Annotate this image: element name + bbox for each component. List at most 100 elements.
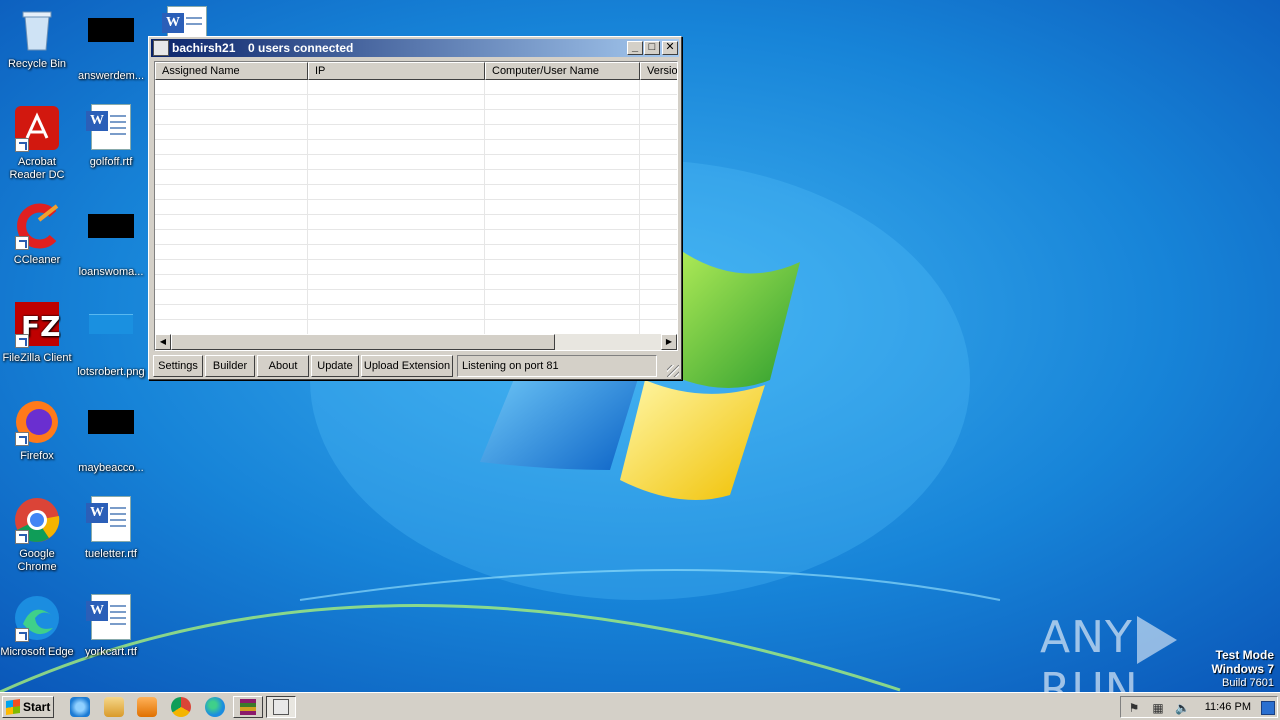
column-header-ip[interactable]: IP [308, 62, 485, 80]
shortcut-arrow-icon [15, 628, 29, 642]
shortcut-arrow-icon [15, 138, 29, 152]
internet-explorer-icon[interactable] [70, 697, 90, 717]
desktop-icon-ccleaner[interactable]: CCleaner [0, 202, 74, 267]
desktop-icon-answerdem[interactable]: answerdem... [74, 6, 148, 83]
test-mode-label: Test Mode [1215, 648, 1274, 662]
desktop-icon-chrome[interactable]: Google Chrome [0, 496, 74, 574]
chrome-icon [13, 496, 61, 544]
grid-body[interactable] [155, 80, 677, 336]
desktop-icon-label: FileZilla Client [2, 352, 72, 364]
os-test-mode-notice: Test Mode Windows 7 Build 7601 [1211, 648, 1274, 690]
shortcut-arrow-icon [15, 530, 29, 544]
desktop-icon-acrobat[interactable]: Acrobat Reader DC [0, 104, 74, 182]
window-title-status: 0 users connected [248, 41, 354, 55]
windows-flag-icon [6, 699, 20, 715]
app-window-icon [273, 699, 289, 715]
desktop-icon-label: answerdem... [77, 70, 145, 82]
edge-taskbar-icon[interactable] [205, 697, 225, 717]
black-thumbnail-icon [87, 214, 135, 262]
desktop-icon-loanswoma[interactable]: loanswoma... [74, 202, 148, 279]
desktop-icon-firefox[interactable]: Firefox [0, 398, 74, 463]
taskbar: Start ⚑ ▦ 🔈 11:46 PM [0, 692, 1280, 720]
update-button[interactable]: Update [311, 355, 359, 377]
desktop-icon-label: Microsoft Edge [0, 646, 74, 658]
app-taskbar-button[interactable] [266, 696, 296, 718]
recycle-bin-icon [13, 6, 61, 54]
builder-button[interactable]: Builder [205, 355, 255, 377]
show-desktop-icon[interactable] [1261, 701, 1275, 715]
horizontal-scrollbar[interactable]: ◀ ▶ [155, 334, 677, 350]
column-header-assigned-name[interactable]: Assigned Name [155, 62, 308, 80]
minimize-button[interactable]: _ [627, 41, 643, 55]
acrobat-icon [13, 104, 61, 152]
desktop-icon-label: Acrobat Reader DC [9, 156, 65, 181]
desktop-icon-label: maybeacco... [78, 462, 144, 474]
settings-button[interactable]: Settings [153, 355, 203, 377]
play-logo-icon [1136, 616, 1177, 664]
filezilla-icon: FZ [13, 300, 61, 348]
desktop-icon-golfoff[interactable]: W golfoff.rtf [74, 104, 148, 169]
upload-extension-button[interactable]: Upload Extension [361, 355, 453, 377]
desktop-icon-label: tueletter.rtf [85, 548, 137, 560]
windows-version-label: Windows 7 [1211, 662, 1274, 676]
grid-column-divider [639, 80, 640, 336]
desktop-icon-label: loanswoma... [78, 266, 144, 278]
scroll-thumb[interactable] [171, 334, 555, 350]
desktop-icon-label: CCleaner [13, 254, 61, 266]
black-thumbnail-icon [87, 18, 135, 66]
file-explorer-icon[interactable] [104, 697, 124, 717]
shortcut-arrow-icon [15, 236, 29, 250]
winrar-taskbar-button[interactable] [233, 696, 263, 718]
desktop-icon-edge[interactable]: Microsoft Edge [0, 594, 74, 659]
word-document-icon: W [86, 104, 135, 152]
word-document-icon: W [86, 496, 135, 544]
desktop-icon-label: yorkcart.rtf [85, 646, 137, 658]
desktop-icon-filezilla[interactable]: FZ FileZilla Client [0, 300, 74, 365]
desktop-icon-lotsrobert[interactable]: lotsrobert.png [74, 300, 148, 379]
app-window-icon[interactable] [153, 40, 169, 56]
scroll-left-button[interactable]: ◀ [155, 334, 171, 350]
network-icon[interactable]: ▦ [1151, 701, 1165, 715]
black-thumbnail-icon [87, 410, 135, 458]
start-label: Start [23, 700, 51, 714]
shortcut-arrow-icon [15, 334, 29, 348]
resize-grip[interactable] [667, 365, 679, 377]
close-button[interactable]: ✕ [662, 41, 678, 55]
grid-header: Assigned Name IP Computer/User Name Vers… [155, 62, 677, 80]
word-document-icon: W [86, 594, 135, 642]
grid-column-divider [484, 80, 485, 336]
desktop-icon-label: Recycle Bin [7, 58, 67, 70]
volume-icon[interactable]: 🔈 [1175, 701, 1190, 715]
connections-grid[interactable]: Assigned Name IP Computer/User Name Vers… [154, 61, 678, 351]
about-button[interactable]: About [257, 355, 309, 377]
maximize-button[interactable]: □ [644, 41, 660, 55]
image-thumbnail-icon [87, 314, 135, 362]
edge-icon [13, 594, 61, 642]
desktop-icon-recycle-bin[interactable]: Recycle Bin [0, 6, 74, 71]
grid-column-divider [307, 80, 308, 336]
scroll-right-button[interactable]: ▶ [661, 334, 677, 350]
watermark-left-text: ANY [1040, 612, 1133, 663]
build-number-label: Build 7601 [1222, 677, 1274, 689]
firefox-icon [13, 398, 61, 446]
window-titlebar[interactable]: bachirsh21 0 users connected _ □ ✕ [151, 39, 679, 57]
app-window[interactable]: bachirsh21 0 users connected _ □ ✕ Assig… [148, 36, 682, 380]
chrome-taskbar-icon[interactable] [171, 697, 191, 717]
column-header-computer-user-name[interactable]: Computer/User Name [485, 62, 640, 80]
desktop-icon-label: lotsrobert.png [77, 366, 145, 378]
winrar-icon [240, 699, 256, 715]
desktop-icon-yorkcart[interactable]: W yorkcart.rtf [74, 594, 148, 659]
shortcut-arrow-icon [15, 432, 29, 446]
desktop-icon-label: golfoff.rtf [89, 156, 133, 168]
media-player-icon[interactable] [137, 697, 157, 717]
desktop-icon-maybeacco[interactable]: maybeacco... [74, 398, 148, 475]
action-center-flag-icon[interactable]: ⚑ [1127, 701, 1141, 715]
desktop-icon-label: Firefox [20, 450, 54, 462]
start-button[interactable]: Start [2, 696, 54, 718]
desktop-icon-tueletter[interactable]: W tueletter.rtf [74, 496, 148, 561]
clock[interactable]: 11:46 PM [1205, 697, 1251, 717]
column-header-version[interactable]: Versio [640, 62, 677, 80]
desktop-icon-label: Google Chrome [17, 548, 57, 573]
anyrun-watermark: ANYRUN [1040, 612, 1240, 715]
status-field: Listening on port 81 [457, 355, 657, 377]
